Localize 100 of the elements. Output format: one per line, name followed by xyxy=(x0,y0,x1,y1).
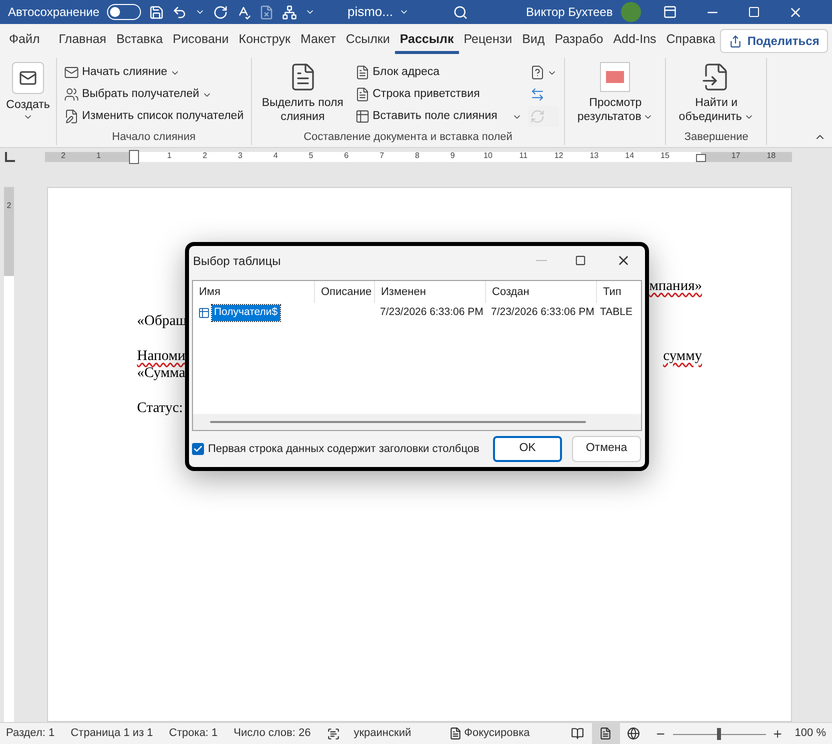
ruler-number: 17 xyxy=(731,150,740,162)
ruler-number: 15 xyxy=(660,150,670,162)
column-header[interactable]: Имя xyxy=(193,281,315,303)
share-button[interactable]: Поделиться xyxy=(720,29,828,53)
ribbon-tab[interactable]: Рассылк xyxy=(394,28,459,54)
checkbox[interactable] xyxy=(192,443,204,455)
ruler-number: 9 xyxy=(450,150,455,162)
people-icon xyxy=(64,87,79,102)
ruler-number: 7 xyxy=(380,150,384,162)
zoom-in-icon[interactable] xyxy=(772,728,783,740)
scrollbar[interactable] xyxy=(210,421,586,423)
ribbon-tab[interactable]: Справка xyxy=(661,28,720,54)
ribbon-tab[interactable]: Ссылки xyxy=(340,28,395,54)
ribbon-tab[interactable]: Макет xyxy=(295,28,341,54)
ruler-number: 4 xyxy=(273,150,278,162)
group-label: Завершение xyxy=(683,130,750,145)
column-header[interactable]: Изменен xyxy=(375,281,486,303)
focus-icon xyxy=(449,727,462,740)
dialog-button[interactable]: Отмена xyxy=(572,436,641,462)
document-text: мпания» xyxy=(649,278,702,295)
ruler-number: 8 xyxy=(414,150,420,162)
table-cell-text: 7/23/2026 6:33:06 PM xyxy=(380,305,484,320)
document-text: Напоми xyxy=(137,348,186,365)
language-text[interactable]: украинский xyxy=(354,725,412,742)
print-layout-icon xyxy=(599,727,612,740)
ribbon-button[interactable]: Вставить поле слияния xyxy=(352,106,524,127)
ribbon-button[interactable]: Начать слияние xyxy=(62,62,246,83)
ribbon-tab[interactable]: Конструк xyxy=(234,28,296,54)
zoom-level[interactable]: 100 % xyxy=(794,725,826,742)
ribbon-button[interactable]: Строка приветствия xyxy=(352,84,524,105)
ruler-number: 11 xyxy=(519,150,528,162)
file-name-button[interactable]: pismo... xyxy=(347,2,409,22)
ribbon-tab[interactable]: Файл xyxy=(4,28,54,54)
tab-selector-icon[interactable] xyxy=(5,152,15,162)
ribbon-tab[interactable]: Разрабо xyxy=(550,28,608,54)
ribbon-button[interactable]: Создать xyxy=(5,60,51,129)
ribbon-tab[interactable]: Рецензи xyxy=(458,28,518,54)
table-cell-text: 7/23/2026 6:33:06 PM xyxy=(491,305,594,320)
ruler-number: 18 xyxy=(766,150,776,162)
swap-icon xyxy=(530,87,546,102)
ribbon-tab[interactable]: Рисовани xyxy=(168,28,234,54)
autosave-label: Автосохранение xyxy=(8,4,100,21)
envelope-icon xyxy=(64,65,79,80)
read-mode-icon xyxy=(571,727,584,740)
column-header[interactable]: Описание xyxy=(315,281,375,303)
table-name[interactable]: Получатели$ xyxy=(212,305,280,321)
share-icon xyxy=(729,34,742,48)
status-text: Страница 1 из 1 xyxy=(70,726,154,742)
right-indent-marker[interactable] xyxy=(696,154,706,162)
group-label: Начало слияния xyxy=(111,130,197,145)
ribbon-button[interactable]: Выбрать получателей xyxy=(62,84,246,105)
ruler-number: 13 xyxy=(590,150,599,162)
hierarchy-icon[interactable] xyxy=(282,4,298,20)
proofing-icon[interactable] xyxy=(326,726,340,740)
table-cell-text: TABLE xyxy=(600,305,632,320)
undo-icon[interactable] xyxy=(172,4,188,20)
focus-button[interactable]: Фокусировка xyxy=(449,725,530,742)
document-text: сумму xyxy=(663,348,702,365)
document-icon xyxy=(354,87,370,102)
ribbon-tab[interactable]: Вид xyxy=(517,28,550,54)
ribbon-button[interactable]: Изменить список получателей xyxy=(62,106,246,127)
dialog-button[interactable]: OK xyxy=(493,436,562,462)
ruler-number: 5 xyxy=(308,150,314,162)
redo-icon[interactable] xyxy=(213,4,228,20)
ruler-number: 10 xyxy=(484,150,492,162)
spellcheck-icon[interactable] xyxy=(236,4,252,20)
user-name: Виктор Бухтеев xyxy=(526,4,613,21)
ribbon-tab[interactable]: Главная xyxy=(54,28,112,54)
web-layout-icon xyxy=(627,727,640,740)
close-icon[interactable] xyxy=(616,253,631,268)
document-icon xyxy=(354,65,370,80)
ribbon-tab[interactable]: Add-Ins xyxy=(608,28,662,54)
left-indent-marker[interactable] xyxy=(129,150,139,164)
ribbon-display-icon[interactable] xyxy=(662,5,677,19)
ribbon-button[interactable]: Выделить поля слияния xyxy=(256,60,349,129)
status-text: Строка: 1 xyxy=(169,726,218,742)
status-text: Число слов: 26 xyxy=(234,726,311,742)
ribbon-button[interactable]: Найти и объединить xyxy=(671,60,762,129)
status-text: Раздел: 1 xyxy=(6,726,55,742)
ruler-number: 1 xyxy=(167,150,172,162)
ribbon-button[interactable]: Просмотр результатов xyxy=(570,60,660,129)
ribbon-tab[interactable]: Вставка xyxy=(111,28,168,54)
ruler-number: 2 xyxy=(202,150,208,162)
search-icon[interactable] xyxy=(453,4,468,20)
document-text: «Сумма xyxy=(137,365,186,382)
column-header[interactable]: Создан xyxy=(486,281,597,303)
document-text: Статус: xyxy=(137,400,183,417)
group-label: Составление документа и вставка полей xyxy=(302,130,514,145)
save-icon[interactable] xyxy=(149,4,164,20)
zoom-thumb[interactable] xyxy=(717,728,722,740)
view-button[interactable] xyxy=(592,723,620,744)
ruler-number: 6 xyxy=(344,150,349,162)
ruler-number: 12 xyxy=(554,150,564,162)
autosave-toggle[interactable] xyxy=(107,4,142,20)
minimize-icon xyxy=(536,260,547,261)
column-header[interactable]: Тип xyxy=(597,281,641,303)
ruler-number: 3 xyxy=(238,150,242,162)
ribbon-button[interactable]: Блок адреса xyxy=(352,62,524,83)
maximize-icon[interactable] xyxy=(575,255,586,266)
zoom-slider[interactable] xyxy=(672,728,766,740)
